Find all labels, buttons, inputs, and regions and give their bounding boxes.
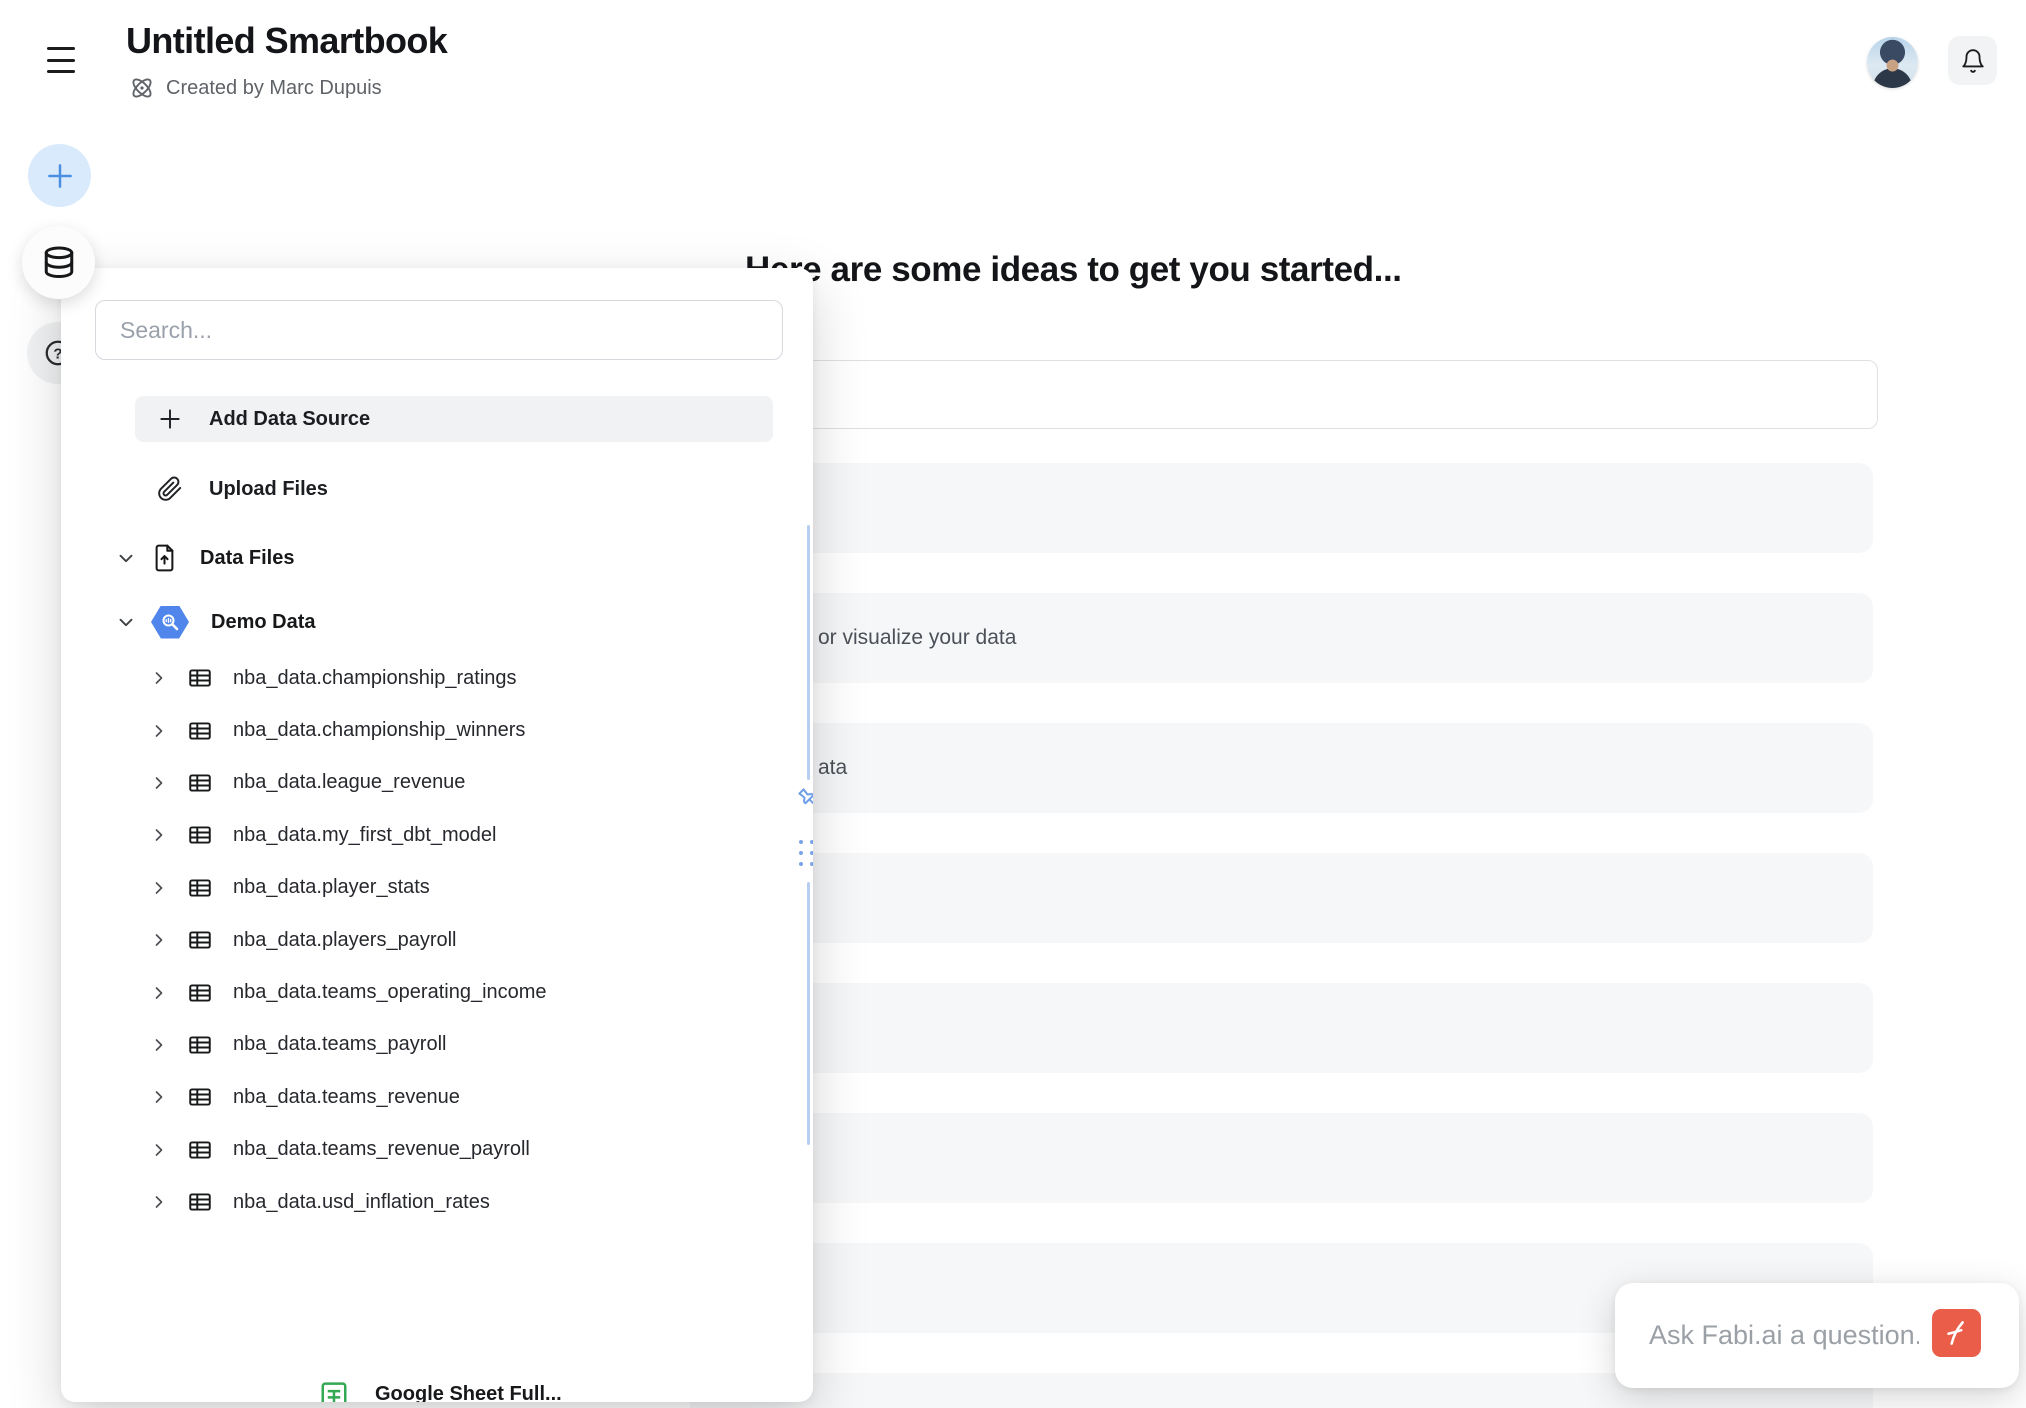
idea-rows: or visualize your data ata xyxy=(690,0,1873,1408)
ask-fabi-bar xyxy=(1615,1283,2019,1388)
data-sources-button[interactable] xyxy=(22,226,95,299)
page-title: Untitled Smartbook xyxy=(126,20,447,62)
tree-item-label: nba_data.league_revenue xyxy=(233,771,465,794)
upload-files-button[interactable]: Upload Files xyxy=(135,466,773,512)
chevron-right-icon[interactable] xyxy=(149,1192,169,1212)
tree-item-label: nba_data.teams_revenue xyxy=(233,1086,460,1109)
plus-icon xyxy=(45,161,75,191)
tree-item-label: nba_data.players_payroll xyxy=(233,929,457,952)
tree-item-label: nba_data.my_first_dbt_model xyxy=(233,824,497,847)
handle-line xyxy=(807,525,810,780)
tree-item-table[interactable]: nba_data.usd_inflation_rates xyxy=(61,1176,801,1228)
tree-item-label: nba_data.player_stats xyxy=(233,876,430,899)
data-source-panel: Add Data Source Upload Files xyxy=(61,268,813,1402)
drag-handle-icon[interactable] xyxy=(799,840,813,866)
idea-row[interactable]: ata xyxy=(690,723,1873,813)
handle-line xyxy=(807,882,810,1145)
idea-row[interactable]: or visualize your data xyxy=(690,593,1873,683)
tree-item-table[interactable]: nba_data.my_first_dbt_model xyxy=(61,809,801,861)
google-sheets-icon xyxy=(319,1381,349,1402)
idea-row-text: ata xyxy=(818,723,847,813)
tree-item-label: nba_data.championship_winners xyxy=(233,719,525,742)
user-avatar[interactable] xyxy=(1867,37,1918,88)
notifications-button[interactable] xyxy=(1948,36,1997,85)
hamburger-icon xyxy=(47,47,81,50)
tree-item-label: nba_data.teams_payroll xyxy=(233,1033,446,1056)
table-icon xyxy=(187,718,213,744)
data-source-tree: Data Files Demo Data xyxy=(61,532,801,1228)
idea-row[interactable] xyxy=(690,853,1873,943)
tree-item-label: nba_data.championship_ratings xyxy=(233,667,517,690)
table-icon xyxy=(187,822,213,848)
tree-item-table[interactable]: nba_data.championship_ratings xyxy=(61,652,801,704)
table-icon xyxy=(187,875,213,901)
fabi-submit-button[interactable] xyxy=(1932,1309,1981,1357)
paperclip-icon xyxy=(157,476,183,502)
tree-item-label: nba_data.teams_revenue_payroll xyxy=(233,1138,530,1161)
chevron-right-icon[interactable] xyxy=(149,1140,169,1160)
created-by: Created by Marc Dupuis xyxy=(128,74,382,102)
table-icon xyxy=(187,1032,213,1058)
search-box xyxy=(95,300,783,360)
created-by-text: Created by Marc Dupuis xyxy=(166,77,382,100)
database-icon xyxy=(41,245,77,281)
table-icon xyxy=(187,770,213,796)
table-icon xyxy=(187,1084,213,1110)
table-list: nba_data.championship_ratings nba_data.c… xyxy=(61,652,801,1228)
table-icon xyxy=(187,1189,213,1215)
upload-files-label: Upload Files xyxy=(209,478,328,501)
chevron-right-icon[interactable] xyxy=(149,983,169,1003)
tree-item-label: nba_data.usd_inflation_rates xyxy=(233,1191,490,1214)
search-input[interactable] xyxy=(95,300,783,360)
chevron-right-icon[interactable] xyxy=(149,721,169,741)
table-icon xyxy=(187,980,213,1006)
table-icon xyxy=(187,1137,213,1163)
bigquery-icon xyxy=(151,606,189,639)
chevron-right-icon[interactable] xyxy=(149,668,169,688)
tree-item-table[interactable]: nba_data.players_payroll xyxy=(61,914,801,966)
app-root: { "header": { "title": "Untitled Smartbo… xyxy=(0,0,2026,1408)
add-cell-button[interactable] xyxy=(28,144,91,207)
pin-icon[interactable] xyxy=(794,784,813,819)
idea-row[interactable] xyxy=(690,983,1873,1073)
fabi-logo-icon xyxy=(1940,1316,1974,1350)
tree-item-table[interactable]: nba_data.player_stats xyxy=(61,862,801,914)
chevron-right-icon[interactable] xyxy=(149,1035,169,1055)
chevron-down-icon[interactable] xyxy=(115,547,137,569)
tree-item-table[interactable]: nba_data.teams_revenue_payroll xyxy=(61,1124,801,1176)
panel-resize-handle[interactable] xyxy=(796,268,813,1402)
tree-item-table[interactable]: nba_data.championship_winners xyxy=(61,704,801,756)
tree-item-table[interactable]: nba_data.league_revenue xyxy=(61,757,801,809)
plus-icon xyxy=(157,406,183,432)
tree-item-google-sheet[interactable]: Google Sheet Full... xyxy=(319,1381,562,1402)
chevron-right-icon[interactable] xyxy=(149,930,169,950)
idea-row[interactable] xyxy=(690,1113,1873,1203)
ask-fabi-input[interactable] xyxy=(1649,1283,1919,1388)
add-data-source-button[interactable]: Add Data Source xyxy=(135,396,773,442)
atom-icon xyxy=(128,74,156,102)
tree-section-label: Demo Data xyxy=(211,611,315,634)
tree-item-label: nba_data.teams_operating_income xyxy=(233,981,547,1004)
tree-section-demo-data[interactable]: Demo Data xyxy=(61,596,801,648)
chevron-down-icon[interactable] xyxy=(115,611,137,633)
menu-button[interactable] xyxy=(47,44,81,76)
table-icon xyxy=(187,927,213,953)
tree-item-table[interactable]: nba_data.teams_payroll xyxy=(61,1019,801,1071)
add-data-source-label: Add Data Source xyxy=(209,408,370,431)
bell-icon xyxy=(1960,48,1986,74)
chevron-right-icon[interactable] xyxy=(149,825,169,845)
tree-item-label: Google Sheet Full... xyxy=(375,1381,562,1402)
file-upload-icon xyxy=(151,543,178,573)
chevron-right-icon[interactable] xyxy=(149,1087,169,1107)
table-icon xyxy=(187,665,213,691)
tree-section-label: Data Files xyxy=(200,547,294,570)
tree-item-table[interactable]: nba_data.teams_revenue xyxy=(61,1071,801,1123)
idea-row[interactable] xyxy=(690,463,1873,553)
tree-item-table[interactable]: nba_data.teams_operating_income xyxy=(61,966,801,1018)
chevron-right-icon[interactable] xyxy=(149,878,169,898)
idea-row-text: or visualize your data xyxy=(818,593,1016,683)
tree-section-data-files[interactable]: Data Files xyxy=(61,532,801,584)
chevron-right-icon[interactable] xyxy=(149,773,169,793)
